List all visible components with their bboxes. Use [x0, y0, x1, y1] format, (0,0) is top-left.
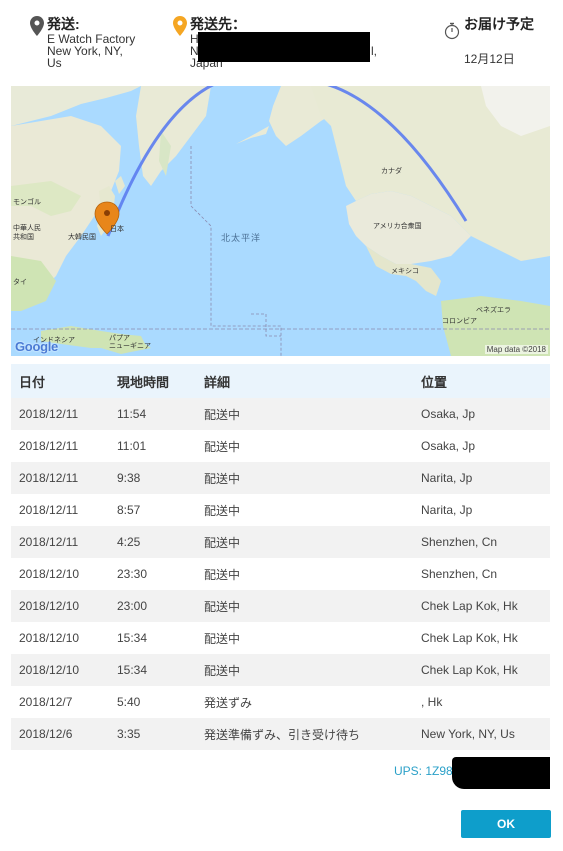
cell-time: 8:57 [117, 503, 141, 517]
cell-date: 2018/12/11 [19, 503, 79, 517]
eta-date: 12月12日 [464, 52, 515, 66]
cell-date: 2018/12/11 [19, 407, 79, 421]
origin-title: 発送: [47, 16, 80, 32]
stopwatch-icon [444, 22, 460, 40]
cell-time: 15:34 [117, 663, 148, 677]
cell-time: 5:40 [117, 695, 141, 709]
table-header: 日付 現地時間 詳細 位置 [11, 364, 550, 398]
cell-location: Narita, Jp [421, 503, 473, 517]
tracking-number-link[interactable]: UPS: 1Z98 [394, 764, 453, 778]
table-row: 2018/12/11 11:54 配送中 Osaka, Jp [11, 398, 550, 430]
cell-date: 2018/12/6 [19, 727, 73, 741]
google-logo[interactable]: Google [15, 339, 58, 354]
cell-detail: 発送ずみ [204, 695, 253, 710]
cell-time: 3:35 [117, 727, 141, 741]
map-label-china: 中華人民 共和国 [13, 225, 41, 241]
cell-date: 2018/12/10 [19, 599, 80, 613]
destination-line-2-end: l, [371, 44, 377, 58]
destination-title: 発送先： [190, 16, 246, 32]
table-row: 2018/12/10 23:00 配送中 Chek Lap Kok, Hk [11, 590, 550, 622]
cell-detail: 配送中 [204, 567, 241, 582]
cell-time: 11:01 [117, 439, 147, 453]
map-label-korea: 大韓民国 [68, 234, 96, 241]
table-row: 2018/12/11 4:25 配送中 Shenzhen, Cn [11, 526, 550, 558]
ok-button[interactable]: OK [461, 810, 551, 838]
map-label-papua: パプア ニューギニア [109, 335, 151, 350]
cell-detail: 配送中 [204, 439, 241, 454]
route-map[interactable]: モンゴル 中華人民 共和国 大韓民国 日本 タイ インドネシア パプア ニューギ… [11, 86, 550, 356]
table-row: 2018/12/10 15:34 配送中 Chek Lap Kok, Hk [11, 654, 550, 686]
cell-location: Shenzhen, Cn [421, 567, 498, 581]
cell-date: 2018/12/7 [19, 695, 73, 709]
cell-location: , Hk [421, 695, 443, 709]
map-label-usa: アメリカ合衆国 [373, 223, 422, 230]
cell-detail: 配送中 [204, 535, 241, 550]
map-label-colombia: コロンビア [442, 318, 477, 325]
cell-time: 9:38 [117, 471, 141, 485]
map-label-venezuela: ベネズエラ [476, 307, 511, 314]
cell-time: 4:25 [117, 535, 141, 549]
cell-location: Chek Lap Kok, Hk [421, 631, 518, 645]
cell-location: New York, NY, Us [421, 727, 515, 741]
origin-line-3: Us [47, 56, 62, 70]
table-body: 2018/12/11 11:54 配送中 Osaka, Jp 2018/12/1… [11, 398, 550, 750]
origin-address: E Watch Factory New York, NY, Us [47, 33, 135, 69]
cell-detail: 配送中 [204, 663, 241, 678]
tracking-table: 日付 現地時間 詳細 位置 2018/12/11 11:54 配送中 Osaka… [11, 364, 550, 750]
cell-detail: 配送中 [204, 503, 241, 518]
map-label-japan: 日本 [110, 226, 124, 233]
cell-time: 15:34 [117, 631, 148, 645]
cell-date: 2018/12/11 [19, 439, 79, 453]
map-attribution[interactable]: Map data ©2018 [484, 345, 548, 354]
cell-detail: 配送中 [204, 407, 241, 422]
cell-detail: 配送中 [204, 631, 241, 646]
tracking-redaction [452, 757, 550, 789]
cell-time: 23:00 [117, 599, 148, 613]
table-row: 2018/12/11 9:38 配送中 Narita, Jp [11, 462, 550, 494]
cell-location: Chek Lap Kok, Hk [421, 663, 518, 677]
cell-date: 2018/12/10 [19, 631, 80, 645]
table-row: 2018/12/11 11:01 配送中 Osaka, Jp [11, 430, 550, 462]
cell-date: 2018/12/11 [19, 471, 79, 485]
location-pin-icon [173, 16, 187, 36]
table-row: 2018/12/10 23:30 配送中 Shenzhen, Cn [11, 558, 550, 590]
cell-location: Narita, Jp [421, 471, 473, 485]
cell-time: 11:54 [117, 407, 147, 421]
table-row: 2018/12/10 15:34 配送中 Chek Lap Kok, Hk [11, 622, 550, 654]
cell-date: 2018/12/10 [19, 567, 80, 581]
cell-location: Osaka, Jp [421, 407, 476, 421]
cell-location: Shenzhen, Cn [421, 535, 498, 549]
map-label-mongolia: モンゴル [13, 199, 41, 206]
header-location: 位置 [421, 374, 448, 390]
table-row: 2018/12/7 5:40 発送ずみ , Hk [11, 686, 550, 718]
header-details: 詳細 [204, 374, 231, 390]
map-label-canada: カナダ [381, 168, 402, 175]
header-date: 日付 [19, 374, 46, 390]
cell-detail: 発送準備ずみ、引き受け待ち [204, 727, 361, 742]
map-label-thailand: タイ [13, 279, 27, 286]
cell-detail: 配送中 [204, 599, 241, 614]
cell-date: 2018/12/11 [19, 535, 79, 549]
cell-location: Osaka, Jp [421, 439, 476, 453]
table-row: 2018/12/11 8:57 配送中 Narita, Jp [11, 494, 550, 526]
cell-detail: 配送中 [204, 471, 241, 486]
eta-title: お届け予定 [464, 16, 534, 32]
cell-location: Chek Lap Kok, Hk [421, 599, 518, 613]
map-label-mexico: メキシコ [391, 268, 419, 275]
map-label-pacific: 北太平洋 [221, 233, 262, 243]
table-row: 2018/12/6 3:35 発送準備ずみ、引き受け待ち New York, N… [11, 718, 550, 750]
location-pin-icon [30, 16, 44, 36]
shipment-header: 発送: E Watch Factory New York, NY, Us 発送先… [0, 0, 563, 86]
header-local-time: 現地時間 [117, 374, 170, 390]
redaction-block [198, 32, 370, 62]
cell-date: 2018/12/10 [19, 663, 80, 677]
cell-time: 23:30 [117, 567, 148, 581]
